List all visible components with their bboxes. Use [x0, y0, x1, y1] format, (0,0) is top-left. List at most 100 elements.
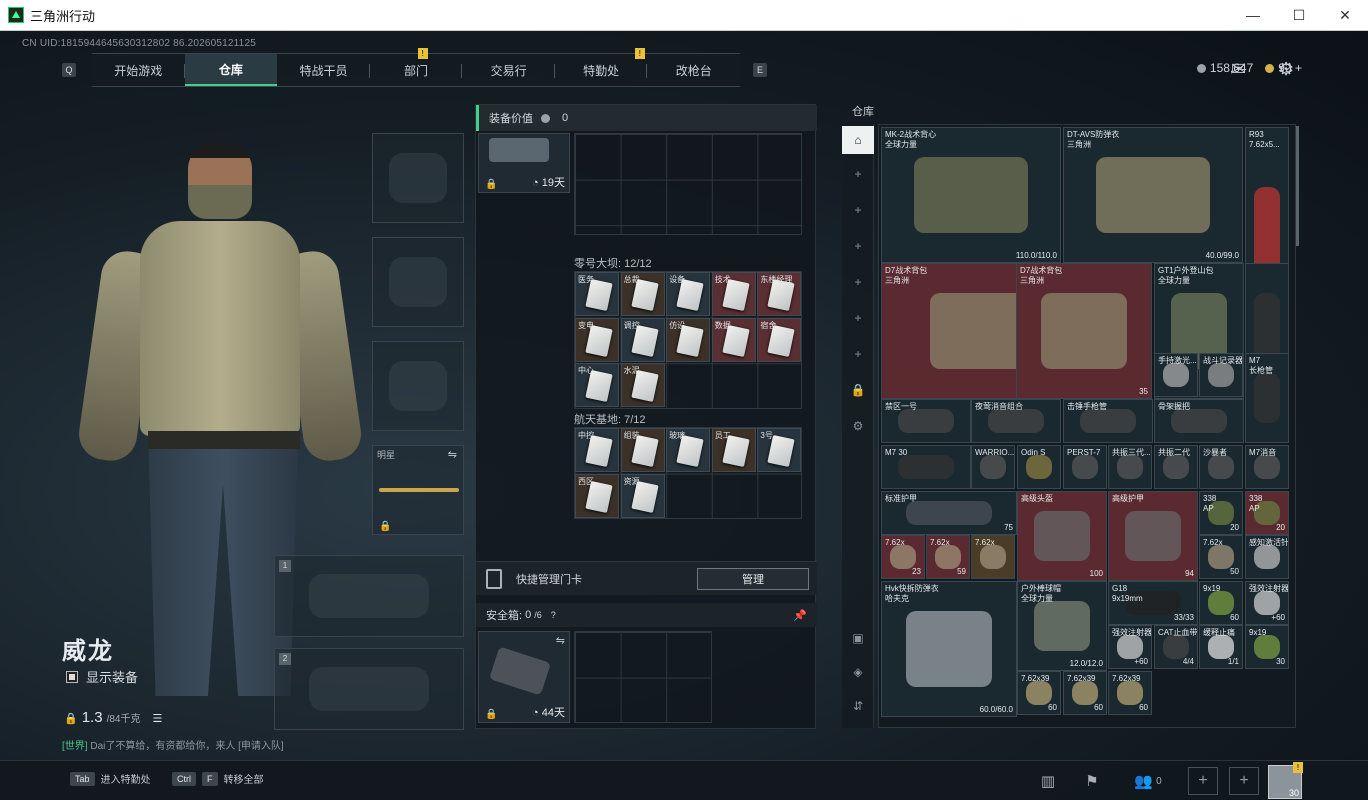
inventory-item[interactable]: 缓释止痛 1/1 [1199, 625, 1243, 669]
add-tab-icon[interactable]: + [842, 196, 874, 224]
add-tab-icon[interactable]: + [842, 268, 874, 296]
container-grid[interactable] [574, 133, 802, 235]
tab-special-ops[interactable]: 特勤处! [555, 48, 648, 86]
tab-gunsmith[interactable]: 改枪台 [647, 54, 740, 86]
keycard-item[interactable]: 水泥 [620, 363, 665, 408]
inventory-item[interactable]: 战斗记录器 [1199, 353, 1243, 397]
inventory-item[interactable]: Odin S [1017, 445, 1061, 489]
inventory-item[interactable]: 强效注射器 +60 [1245, 581, 1289, 625]
inventory-item[interactable]: 高级护甲 94 [1108, 491, 1198, 581]
keycard-item[interactable]: 调控 [620, 317, 665, 362]
tab-department[interactable]: 部门! [370, 48, 463, 86]
help-icon[interactable]: ? [551, 610, 556, 620]
inventory-item[interactable]: 338 AP 20 [1199, 491, 1243, 535]
inventory-item[interactable]: 共振三代... [1108, 445, 1152, 489]
add-tab-icon[interactable]: + [842, 304, 874, 332]
tab-operators[interactable]: 特战干员 [277, 54, 370, 86]
tab-trading[interactable]: 交易行 [462, 54, 555, 86]
join-team-link[interactable]: [申请入队] [238, 741, 284, 752]
inventory-item[interactable]: 夜莺消音组合 [971, 399, 1061, 443]
inventory-item[interactable]: 沙暴者 [1199, 445, 1243, 489]
keycard-item[interactable]: 数据 [711, 317, 756, 362]
inventory-item[interactable]: PERST-7 [1063, 445, 1107, 489]
inventory-item[interactable]: 7.62x39 60 [1017, 671, 1061, 715]
tab-warehouse[interactable]: 仓库 [184, 54, 278, 86]
avatar[interactable]: ! 30 [1268, 762, 1303, 799]
keycard-item[interactable]: 总裁 [620, 272, 665, 316]
keycard-item[interactable]: 组装 [620, 428, 665, 472]
transfer-icon[interactable]: ⇵ [842, 692, 874, 720]
primary-weapon-slot[interactable]: 1 [274, 555, 464, 637]
warehouse-scrollbar[interactable] [1296, 126, 1299, 246]
safebox-item[interactable]: ⇋ 🔒 ◔ 44天 [478, 631, 570, 723]
transfer-all-hint[interactable]: Ctrl F 转移全部 [172, 771, 264, 786]
squad-button[interactable]: 👥 0 [1126, 767, 1170, 795]
sort-icon[interactable]: ▣ [842, 624, 874, 652]
add-tab-icon[interactable]: + [842, 232, 874, 260]
inventory-item[interactable]: DT-AVS防弹衣 三角洲 40.0/99.0 [1063, 127, 1243, 263]
inventory-item[interactable]: G18 9x19mm 33/33 [1108, 581, 1198, 625]
inventory-item[interactable]: 高级头盔 100 [1017, 491, 1107, 581]
tab-start-game[interactable]: 开始游戏 [92, 54, 185, 86]
add-currency-button[interactable]: + [1295, 61, 1302, 75]
keycard-item[interactable]: 宿舍 [757, 317, 802, 362]
keycard-item[interactable]: 变电 [575, 317, 619, 362]
gear-icon[interactable]: ⚙ [1278, 59, 1294, 80]
inventory-item[interactable]: 7.62x39 60 [1108, 671, 1152, 715]
inventory-item[interactable]: M7消音 [1245, 445, 1289, 489]
stats-icon[interactable]: ▥ [1030, 767, 1066, 795]
inventory-item[interactable]: M7 长枪管 [1245, 353, 1289, 443]
keycard-item[interactable]: 中控 [575, 428, 619, 472]
lock-icon[interactable]: 🔒 [842, 376, 874, 404]
inventory-item[interactable]: 7.62x 50 [1199, 535, 1243, 579]
melee-slot[interactable]: 明星 ⇋ 🔒 [372, 445, 464, 535]
nav-left-key[interactable]: Q [62, 63, 76, 77]
inventory-item[interactable]: 禁区一号 [881, 399, 971, 443]
keycard-item[interactable]: 员工 [711, 428, 756, 472]
inventory-item[interactable]: 感知激活针 [1245, 535, 1289, 579]
keycard-item[interactable]: 东楼经理 [757, 272, 802, 316]
enter-special-ops-hint[interactable]: Tab 进入特勤处 [70, 771, 151, 786]
inventory-item[interactable]: 强效注射器 +60 [1108, 625, 1152, 669]
keycard-item[interactable]: 技术 [711, 272, 756, 316]
safebox-grid[interactable] [574, 631, 712, 723]
inventory-item[interactable]: 7.62x39 60 [1063, 671, 1107, 715]
inventory-item[interactable]: WARRIO... [971, 445, 1015, 489]
inventory-item[interactable]: 击锤手枪管 [1063, 399, 1153, 443]
inventory-item[interactable]: 共振二代 [1154, 445, 1198, 489]
add-tab-icon[interactable]: + [842, 160, 874, 188]
invite-slot[interactable]: + [1188, 767, 1218, 795]
inventory-item[interactable]: Hvk快拆防弹衣 哈夫克 60.0/60.0 [881, 581, 1017, 717]
armor-slot[interactable] [372, 237, 464, 327]
nav-right-key[interactable]: E [753, 63, 767, 77]
keycard-item[interactable]: 仿设 [666, 317, 711, 362]
inventory-item[interactable]: MK-2战术背心 全球力量 110.0/110.0 [881, 127, 1061, 263]
manage-button[interactable]: 管理 [697, 568, 809, 590]
gear-icon[interactable]: ⚙ [842, 412, 874, 440]
inventory-item[interactable]: 骨架握把 [1154, 399, 1244, 443]
keycard-item[interactable]: 玻璃 [666, 428, 711, 472]
minimize-button[interactable]: — [1230, 0, 1276, 30]
checkbox[interactable] [66, 670, 78, 683]
flag-icon[interactable]: ⚑ [1074, 767, 1110, 795]
keycard-item[interactable]: 中心 [575, 363, 619, 408]
inventory-item[interactable]: M7 30 [881, 445, 971, 489]
show-equipment-toggle[interactable]: 显示装备 [66, 667, 138, 686]
warehouse-home-icon[interactable]: ⌂ [842, 126, 874, 154]
inventory-item[interactable]: CAT止血带 4/4 [1154, 625, 1198, 669]
add-tab-icon[interactable]: + [842, 340, 874, 368]
list-icon[interactable]: ☰ [152, 712, 162, 725]
secondary-weapon-slot[interactable]: 2 [274, 648, 464, 730]
maximize-button[interactable]: ☐ [1276, 0, 1322, 30]
inventory-item[interactable]: 7.62x 23 [881, 535, 925, 579]
inventory-item[interactable]: 7.62x [971, 535, 1015, 579]
swap-icon[interactable]: ⇋ [448, 448, 457, 461]
inventory-item[interactable]: 手持激光... [1154, 353, 1198, 397]
close-button[interactable]: ✕ [1322, 0, 1368, 30]
inventory-item[interactable]: 户外棒球帽 全球力量 12.0/12.0 [1017, 581, 1107, 671]
inventory-item[interactable]: 338 AP 20 [1245, 491, 1289, 535]
inventory-item[interactable]: 标准护甲 75 [881, 491, 1017, 535]
invite-slot[interactable]: + [1229, 767, 1259, 795]
mail-icon[interactable]: ✉ [1231, 59, 1246, 80]
inventory-item[interactable]: 7.62x 59 [926, 535, 970, 579]
